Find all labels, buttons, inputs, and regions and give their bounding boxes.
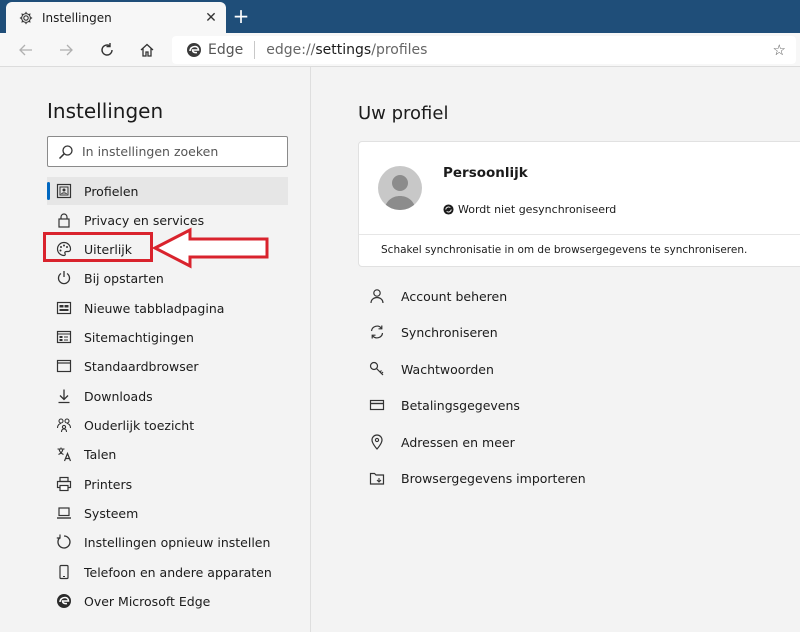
search-box[interactable] [47, 136, 288, 167]
sidebar-item-instellingen-opnieuw[interactable]: Instellingen opnieuw instellen [47, 528, 288, 556]
sidebar-item-downloads[interactable]: Downloads [47, 382, 288, 410]
sidebar-item-label: Talen [84, 446, 117, 462]
power-icon [55, 269, 73, 287]
link-label: Account beheren [401, 288, 508, 304]
sidebar-item-label: Profielen [84, 183, 139, 199]
title-bar: Instellingen ✕ + [0, 0, 800, 33]
avatar[interactable] [378, 166, 422, 210]
adressen-link[interactable]: Adressen en meer [368, 429, 515, 455]
refresh-icon [101, 43, 113, 56]
site-permissions-icon [55, 328, 73, 346]
forward-button[interactable] [54, 38, 78, 62]
home-icon [140, 43, 154, 57]
arrow-right-icon [60, 44, 73, 56]
sidebar-item-label: Standaardbrowser [84, 358, 199, 374]
address-url[interactable]: edge://settings/profiles [266, 42, 427, 58]
key-icon [368, 360, 386, 378]
link-label: Adressen en meer [401, 434, 515, 450]
sidebar-item-talen[interactable]: Talen [47, 440, 288, 468]
sidebar-item-label: Sitemachtigingen [84, 329, 194, 345]
sidebar-item-label: Over Microsoft Edge [84, 593, 211, 609]
new-tab-page-icon [55, 299, 73, 317]
new-tab-button[interactable]: + [230, 6, 252, 28]
sidebar-item-ouderlijk-toezicht[interactable]: Ouderlijk toezicht [47, 411, 288, 439]
browser-window-icon [55, 357, 73, 375]
sidebar-title: Instellingen [47, 99, 164, 123]
reset-icon [55, 533, 73, 551]
tab-settings[interactable]: Instellingen ✕ [6, 2, 226, 33]
link-label: Wachtwoorden [401, 361, 494, 377]
sidebar-item-printers[interactable]: Printers [47, 470, 288, 498]
address-brand: Edge [208, 42, 244, 58]
annotation-highlight-box [43, 232, 153, 262]
search-icon [58, 144, 73, 159]
close-icon[interactable]: ✕ [202, 9, 220, 27]
printer-icon [55, 475, 73, 493]
person-icon [368, 287, 386, 305]
refresh-button[interactable] [95, 38, 119, 62]
import-icon [368, 469, 386, 487]
link-label: Synchroniseren [401, 324, 498, 340]
link-label: Browsergegevens importeren [401, 470, 586, 486]
sync-icon [368, 323, 386, 341]
synchroniseren-link[interactable]: Synchroniseren [368, 319, 498, 345]
sidebar-item-over-edge[interactable]: Over Microsoft Edge [47, 587, 288, 615]
importeren-link[interactable]: Browsergegevens importeren [368, 465, 586, 491]
edge-logo-icon [55, 592, 73, 610]
location-pin-icon [368, 433, 386, 451]
sidebar-item-label: Bij opstarten [84, 270, 164, 286]
profile-card: Persoonlijk Wordt niet gesynchroniseerd … [358, 141, 800, 267]
gear-icon [18, 10, 34, 26]
laptop-icon [55, 504, 73, 522]
sync-hint: Schakel synchronisatie in om de browserg… [381, 244, 748, 256]
back-button[interactable] [14, 38, 38, 62]
profile-card-icon [55, 182, 73, 200]
wachtwoorden-link[interactable]: Wachtwoorden [368, 356, 494, 382]
sidebar-item-label: Downloads [84, 388, 153, 404]
languages-icon [55, 445, 73, 463]
phone-icon [55, 563, 73, 581]
sidebar-item-label: Systeem [84, 505, 139, 521]
toolbar: Edge edge://settings/profiles ☆ [0, 33, 800, 67]
download-icon [55, 387, 73, 405]
sidebar-item-label: Ouderlijk toezicht [84, 417, 195, 433]
sync-status: Wordt niet gesynchroniseerd [443, 203, 616, 216]
sidebar-item-sitemachtigingen[interactable]: Sitemachtigingen [47, 323, 288, 351]
sync-off-icon [443, 204, 454, 215]
sidebar-item-standaardbrowser[interactable]: Standaardbrowser [47, 352, 288, 380]
address-divider [254, 41, 256, 59]
account-beheren-link[interactable]: Account beheren [368, 283, 507, 309]
sidebar-item-label: Nieuwe tabbladpagina [84, 300, 225, 316]
sidebar-item-label: Printers [84, 476, 133, 492]
tab-title: Instellingen [42, 10, 112, 25]
arrow-left-icon [19, 44, 32, 56]
edge-logo-icon [187, 43, 201, 57]
family-icon [55, 416, 73, 434]
profile-name: Persoonlijk [443, 165, 528, 181]
annotation-arrow [151, 227, 269, 269]
star-icon[interactable]: ☆ [773, 41, 786, 59]
sidebar-item-profielen[interactable]: Profielen [47, 177, 288, 205]
sidebar-item-label: Telefoon en andere apparaten [84, 564, 272, 580]
credit-card-icon [368, 396, 386, 414]
sidebar: Instellingen Profielen Privacy en servic… [0, 67, 311, 632]
card-divider [359, 234, 800, 235]
address-bar[interactable]: Edge edge://settings/profiles ☆ [172, 36, 796, 64]
search-input[interactable] [82, 144, 282, 159]
sidebar-item-telefoon[interactable]: Telefoon en andere apparaten [47, 558, 288, 586]
sidebar-item-nieuwe-tabbladpagina[interactable]: Nieuwe tabbladpagina [47, 294, 288, 322]
home-button[interactable] [135, 38, 159, 62]
link-label: Betalingsgegevens [401, 397, 520, 413]
page-title: Uw profiel [358, 103, 449, 124]
sidebar-item-systeem[interactable]: Systeem [47, 499, 288, 527]
main-content: Uw profiel Persoonlijk Wordt niet gesync… [312, 67, 800, 632]
sync-status-text: Wordt niet gesynchroniseerd [458, 203, 617, 216]
lock-icon [55, 211, 73, 229]
sidebar-item-label: Instellingen opnieuw instellen [84, 534, 271, 550]
betalingsgegevens-link[interactable]: Betalingsgegevens [368, 392, 520, 418]
